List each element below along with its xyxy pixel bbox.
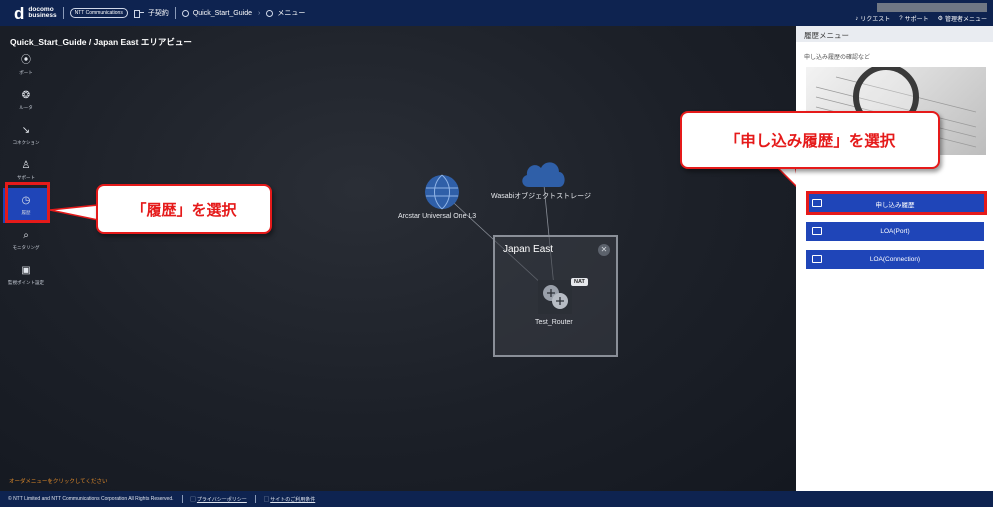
terms-link[interactable]: ▢ サイトのご利用条件 (264, 496, 315, 503)
envelope-icon (812, 255, 822, 263)
copyright-text: © NTT Limited and NTT Communications Cor… (8, 496, 174, 502)
privacy-policy-link[interactable]: ▢ プライバシーポリシー (191, 496, 247, 503)
panel-title: 履歴メニュー (796, 26, 993, 42)
application-history-highlight-box (806, 191, 987, 215)
callout-select-history: 「履歴」を選択 (96, 184, 272, 234)
footer-divider (254, 495, 256, 503)
panel-subtitle: 申し込み履歴の確認など (804, 55, 871, 61)
history-menu-panel: 履歴メニュー 申し込み履歴の確認など 申し込み履歴 LOA(Port) LOA(… (796, 26, 993, 491)
envelope-icon (812, 227, 822, 235)
callout-select-application-history: 「申し込み履歴」を選択 (680, 111, 940, 169)
left-callout-pointer (49, 204, 99, 221)
loa-port-button[interactable]: LOA(Port) (806, 222, 984, 241)
footer-divider (181, 495, 183, 503)
loa-connection-button[interactable]: LOA(Connection) (806, 250, 984, 269)
app-root: d docomo business NTT Communications 子契約… (0, 0, 993, 507)
footer: © NTT Limited and NTT Communications Cor… (0, 491, 993, 507)
